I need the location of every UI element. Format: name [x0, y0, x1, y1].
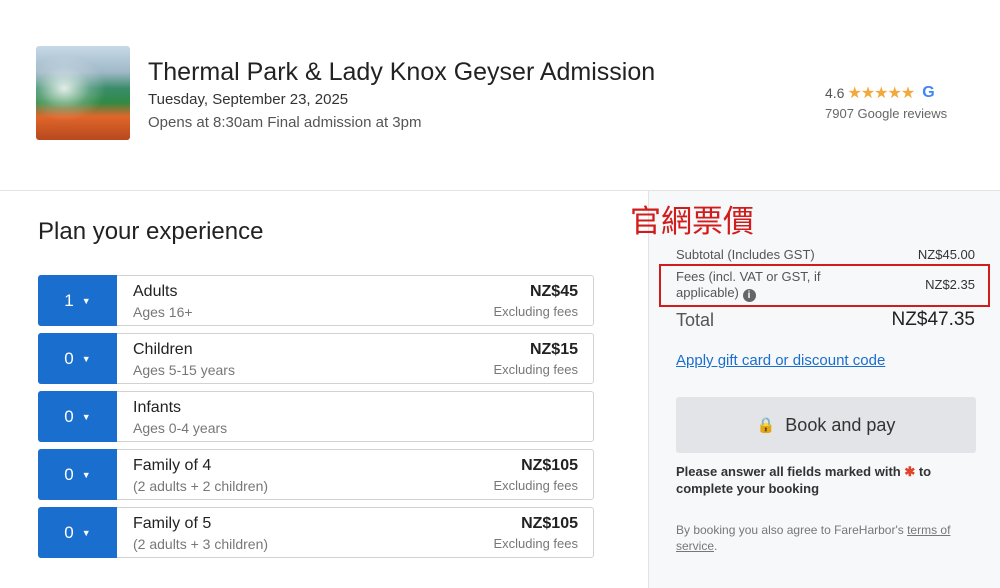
- ticket-name: Family of 4: [133, 457, 212, 474]
- ticket-price: NZ$45: [529, 283, 578, 300]
- review-count[interactable]: 7907 Google reviews: [825, 106, 947, 121]
- ticket-row-family-of-5: 0 ▼ Family of 5 (2 adults + 3 children) …: [38, 507, 594, 558]
- ticket-fees-note: Excluding fees: [493, 304, 578, 319]
- star-rating-icon: ★★★★★: [847, 85, 915, 102]
- total-value: NZ$47.35: [891, 309, 975, 330]
- asterisk-icon: ✱: [904, 464, 916, 479]
- caret-down-icon: ▼: [81, 353, 91, 364]
- quantity-select[interactable]: 0 ▼: [38, 333, 117, 384]
- ticket-name: Infants: [133, 399, 182, 416]
- caret-down-icon: ▼: [81, 411, 91, 422]
- ticket-subtitle: (2 adults + 2 children): [133, 478, 269, 494]
- ticket-row-infants: 0 ▼ Infants Ages 0-4 years: [38, 391, 594, 442]
- rating-value: 4.6: [825, 85, 845, 101]
- ticket-price: NZ$15: [529, 341, 578, 358]
- ticket-price: NZ$105: [521, 515, 578, 532]
- ticket-list: 1 ▼ Adults Ages 16+ NZ$45 Excluding fees…: [38, 275, 594, 565]
- book-button-label: Book and pay: [785, 414, 896, 435]
- ticket-row-family-of-4: 0 ▼ Family of 4 (2 adults + 2 children) …: [38, 449, 594, 500]
- quantity-value: 0: [64, 522, 74, 542]
- ticket-fees-note: Excluding fees: [493, 536, 578, 551]
- rating[interactable]: 4.6 ★★★★★ G: [825, 83, 935, 103]
- total-label: Total: [676, 310, 715, 330]
- plan-title: Plan your experience: [38, 218, 264, 245]
- annotation-label: 官網票價: [630, 204, 754, 240]
- ticket-price: NZ$105: [521, 457, 578, 474]
- ticket-row-children: 0 ▼ Children Ages 5-15 years NZ$15 Exclu…: [38, 333, 594, 384]
- tour-hours: Opens at 8:30am Final admission at 3pm: [148, 114, 422, 131]
- ticket-name: Children: [133, 341, 193, 358]
- tour-date: Tuesday, September 23, 2025: [148, 91, 349, 108]
- gift-card-link[interactable]: Apply gift card or discount code: [676, 352, 885, 369]
- ticket-subtitle: Ages 16+: [133, 304, 193, 320]
- google-icon: G: [922, 84, 935, 101]
- fees-label: Fees (incl. VAT or GST, if applicable) i: [676, 269, 851, 302]
- quantity-value: 1: [64, 290, 74, 310]
- quantity-value: 0: [64, 406, 74, 426]
- tour-title: Thermal Park & Lady Knox Geyser Admissio…: [148, 58, 656, 86]
- caret-down-icon: ▼: [81, 527, 91, 538]
- book-and-pay-button[interactable]: 🔒 Book and pay: [676, 397, 976, 453]
- subtotal-value: NZ$45.00: [917, 247, 975, 262]
- quantity-value: 0: [64, 464, 74, 484]
- lock-icon: 🔒: [756, 417, 776, 434]
- ticket-subtitle: Ages 5-15 years: [133, 362, 235, 378]
- required-fields-notice: Please answer all fields marked with ✱ t…: [676, 464, 932, 496]
- ticket-name: Adults: [133, 283, 178, 300]
- info-icon[interactable]: i: [742, 289, 756, 302]
- ticket-fees-note: Excluding fees: [493, 478, 578, 493]
- ticket-subtitle: Ages 0-4 years: [133, 420, 228, 436]
- terms-notice: By booking you also agree to FareHarbor'…: [676, 523, 951, 553]
- quantity-value: 0: [64, 348, 74, 368]
- ticket-name: Family of 5: [133, 515, 212, 532]
- caret-down-icon: ▼: [81, 469, 91, 480]
- subtotal-label: Subtotal (Includes GST): [676, 247, 815, 262]
- tour-header: Thermal Park & Lady Knox Geyser Admissio…: [0, 0, 1000, 191]
- ticket-row-adults: 1 ▼ Adults Ages 16+ NZ$45 Excluding fees: [38, 275, 594, 326]
- ticket-fees-note: Excluding fees: [493, 362, 578, 377]
- quantity-select[interactable]: 1 ▼: [38, 275, 117, 326]
- tour-thumbnail[interactable]: [36, 46, 130, 140]
- quantity-select[interactable]: 0 ▼: [38, 507, 117, 558]
- fees-value: NZ$2.35: [925, 277, 975, 292]
- quantity-select[interactable]: 0 ▼: [38, 391, 117, 442]
- caret-down-icon: ▼: [81, 295, 91, 306]
- quantity-select[interactable]: 0 ▼: [38, 449, 117, 500]
- ticket-subtitle: (2 adults + 3 children): [133, 536, 269, 552]
